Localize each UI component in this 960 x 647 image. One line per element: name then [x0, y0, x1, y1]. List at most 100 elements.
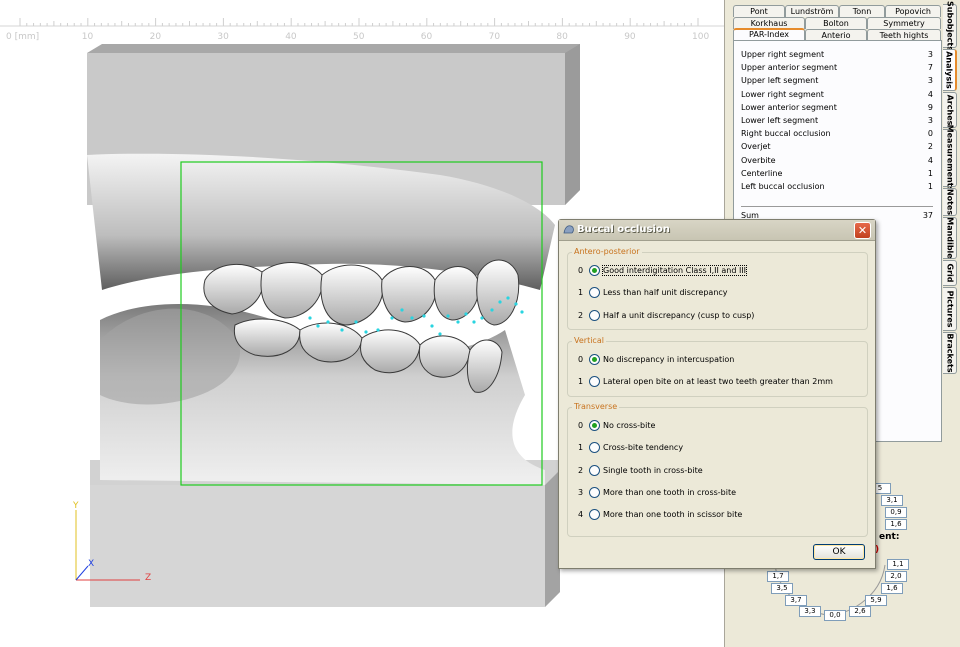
tab-lundstrom[interactable]: Lundström — [785, 5, 839, 17]
option-number: 4 — [578, 510, 584, 520]
side-tab-arches[interactable]: Arches — [943, 92, 957, 128]
landmark-point[interactable] — [464, 312, 468, 316]
radio-option[interactable]: 0 No discrepancy in intercuspation — [568, 354, 867, 367]
landmark-point[interactable] — [410, 316, 414, 320]
side-tab-subobjects-label: Subobjects — [945, 1, 954, 51]
landmark-point[interactable] — [456, 320, 460, 324]
landmark-point[interactable] — [472, 320, 476, 324]
landmark-point[interactable] — [316, 324, 320, 328]
par-row-label: Upper left segment — [741, 76, 819, 86]
tab-popovich[interactable]: Popovich — [885, 5, 941, 17]
side-tab-pictures-label: Pictures — [945, 290, 954, 328]
sum-divider — [741, 206, 933, 207]
landmark-point[interactable] — [308, 316, 312, 320]
side-tab-mandible-label: Mandible — [945, 217, 954, 259]
radio-option[interactable]: 2 Single tooth in cross-bite — [568, 464, 867, 478]
side-tab-subobjects[interactable]: Subobjects — [943, 1, 957, 51]
side-tab-pictures[interactable]: Pictures — [943, 287, 957, 331]
ok-button[interactable]: OK — [813, 544, 865, 560]
landmark-point[interactable] — [326, 320, 330, 324]
landmark-point[interactable] — [364, 330, 368, 334]
measurement-box: 5,9 — [865, 595, 887, 606]
measurement-box: 2,6 — [849, 606, 871, 617]
side-tab-grid[interactable]: Grid — [943, 260, 957, 286]
landmark-point[interactable] — [506, 296, 510, 300]
landmark-point[interactable] — [422, 314, 426, 318]
radio-button[interactable] — [589, 265, 600, 276]
option-label[interactable]: Good interdigitation Class I,II and III — [601, 265, 748, 276]
radio-button[interactable] — [589, 442, 600, 454]
tab-bolton[interactable]: Bolton — [805, 17, 867, 29]
radio-button[interactable] — [589, 376, 600, 388]
radio-option[interactable]: 1 Lateral open bite on at least two teeth… — [568, 376, 867, 389]
radio-option[interactable]: 0 No cross-bite — [568, 420, 867, 433]
side-tab-analysis[interactable]: Analysis — [943, 49, 957, 91]
par-row-value: 0 — [927, 129, 933, 139]
landmark-point[interactable] — [430, 324, 434, 328]
radio-button[interactable] — [589, 509, 600, 521]
option-label[interactable]: Lateral open bite on at least two teeth … — [603, 377, 833, 386]
radio-button[interactable] — [589, 287, 600, 299]
side-tab-mandible[interactable]: Mandible — [943, 217, 957, 259]
landmark-point[interactable] — [340, 328, 344, 332]
side-tab-notes[interactable]: Notes — [943, 188, 957, 216]
group-title: Transverse — [572, 402, 620, 411]
par-row-label: Lower anterior segment — [741, 102, 837, 112]
radio-button[interactable] — [589, 464, 600, 476]
par-row-label: Upper right segment — [741, 50, 825, 59]
side-tab-analysis-label: Analysis — [944, 51, 954, 89]
landmark-point[interactable] — [480, 316, 484, 320]
option-label[interactable]: More than one tooth in cross-bite — [603, 488, 736, 497]
measurement-box: 3,3 — [799, 606, 821, 617]
par-row-label: Centerline — [741, 168, 783, 178]
option-label[interactable]: Less than half unit discrepancy — [603, 288, 728, 297]
landmark-point[interactable] — [400, 308, 404, 312]
par-row-value: 4 — [927, 155, 933, 165]
radio-option[interactable]: 4 More than one tooth in scissor bite — [568, 509, 867, 522]
par-sum-value: 37 — [922, 211, 933, 220]
landmark-point[interactable] — [376, 328, 380, 332]
option-label[interactable]: Single tooth in cross-bite — [603, 466, 703, 475]
measurement-box: 3,5 — [771, 583, 793, 594]
dialog-titlebar[interactable]: Buccal occlusion ✕ — [559, 220, 875, 241]
landmark-point[interactable] — [520, 310, 524, 314]
landmark-point[interactable] — [446, 314, 450, 318]
landmark-point[interactable] — [514, 302, 518, 306]
option-label[interactable]: No cross-bite — [603, 421, 655, 430]
side-tab-measurements[interactable]: Measurements — [943, 125, 957, 191]
close-button[interactable]: ✕ — [854, 222, 871, 239]
tab-symmetry[interactable]: Symmetry — [867, 17, 941, 29]
landmark-point[interactable] — [498, 300, 502, 304]
option-number: 1 — [578, 288, 584, 298]
tab-pont[interactable]: Pont — [733, 5, 785, 17]
option-label[interactable]: No discrepancy in intercuspation — [603, 355, 734, 364]
radio-option[interactable]: 1 Less than half unit discrepancy — [568, 287, 867, 300]
landmark-point[interactable] — [390, 316, 394, 320]
landmark-point[interactable] — [438, 332, 442, 336]
option-label[interactable]: Cross-bite tendency — [603, 443, 683, 452]
axis-y-label: Y — [73, 501, 79, 511]
radio-option[interactable]: 0 Good interdigitation Class I,II and III — [568, 265, 867, 278]
side-tab-brackets[interactable]: Brackets — [943, 332, 957, 374]
par-row: Lower left segment 3 — [741, 116, 936, 128]
radio-button[interactable] — [589, 486, 600, 498]
radio-option[interactable]: 1 Cross-bite tendency — [568, 442, 867, 455]
radio-button[interactable] — [589, 309, 600, 321]
dialog-title: Buccal occlusion — [577, 224, 670, 235]
option-label[interactable]: More than one tooth in scissor bite — [603, 510, 742, 519]
group-title: Antero-posterior — [572, 247, 642, 256]
landmark-point[interactable] — [490, 308, 494, 312]
radio-option[interactable]: 2 Half a unit discrepancy (cusp to cusp) — [568, 309, 867, 323]
tab-tonn[interactable]: Tonn — [839, 5, 885, 17]
side-tab-brackets-label: Brackets — [945, 333, 954, 373]
option-label[interactable]: Half a unit discrepancy (cusp to cusp) — [603, 311, 754, 320]
par-row-value: 3 — [927, 116, 933, 125]
measurement-box: 1,1 — [887, 559, 909, 570]
radio-button[interactable] — [589, 354, 600, 365]
axis-x-label: X — [88, 559, 95, 569]
radio-option[interactable]: 3 More than one tooth in cross-bite — [568, 486, 867, 500]
close-icon: ✕ — [857, 224, 868, 237]
axis-z-label: Z — [145, 573, 152, 583]
radio-button[interactable] — [589, 420, 600, 431]
landmark-point[interactable] — [354, 320, 358, 324]
